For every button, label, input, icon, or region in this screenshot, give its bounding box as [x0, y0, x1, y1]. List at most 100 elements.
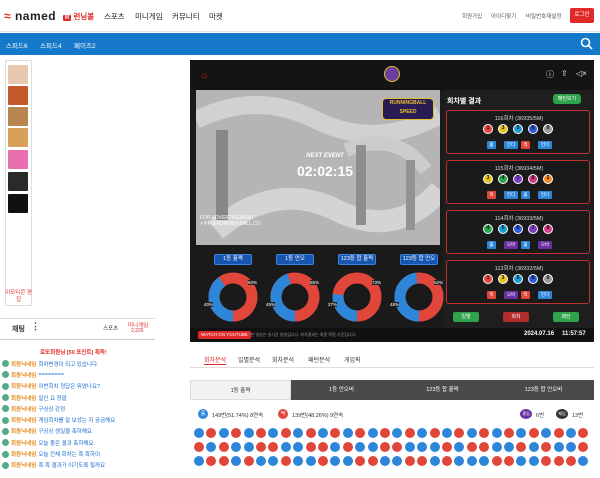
pattern-view-button[interactable]: 패턴보기 [553, 94, 581, 104]
nav-minigame[interactable]: 미니게임 [135, 11, 163, 22]
chat-author[interactable]: 회원닉네임 [11, 416, 36, 424]
grid-result-ball [566, 456, 576, 466]
grid-result-ball [528, 428, 539, 438]
tab-round-analysis[interactable]: 회차분석 [204, 355, 227, 365]
home-icon[interactable]: ⌂ [202, 70, 207, 80]
grid-tab-123-oddeven[interactable]: 123등 합 홀짝 [392, 380, 493, 400]
grid-result-ball [429, 442, 440, 452]
chat-author[interactable]: 회원닉네임 [11, 394, 36, 402]
emoticon-edit-link[interactable]: 이모티콘 편집 [5, 290, 32, 304]
nav-sports[interactable]: 스포츠 [104, 11, 125, 22]
grid-result-ball [194, 456, 204, 466]
avatar[interactable] [2, 439, 9, 447]
chat-author[interactable]: 회원닉네임 [11, 405, 36, 413]
emoticon-thumb[interactable] [8, 65, 28, 84]
result-ball: 9 [543, 274, 553, 284]
tab-round-analysis-2[interactable]: 회차분석 [272, 355, 294, 364]
tab-speed6[interactable]: 스피드6 [6, 40, 28, 50]
result-ball: 6 [513, 224, 523, 234]
grid-result-ball [417, 456, 428, 466]
filter-pattern-button[interactable]: 패턴 [553, 312, 579, 322]
grid-result-ball [268, 428, 279, 438]
chat-author[interactable]: 회원닉네임 [11, 382, 36, 390]
grid-result-ball [442, 442, 452, 452]
emoticon-thumb[interactable] [8, 150, 28, 169]
chat-text: 오늘 전체 회차는 흑 흑하이 [38, 452, 101, 459]
tab-pattern-analysis[interactable]: 패턴분석 [308, 355, 330, 364]
avatar[interactable] [2, 394, 9, 402]
search-icon[interactable] [580, 37, 593, 50]
find-id-link[interactable]: 아이디찾기 [491, 12, 516, 20]
avatar[interactable] [2, 450, 9, 458]
filter-round-button[interactable]: 회차 [503, 312, 529, 322]
reset-password-link[interactable]: 비밀번호재설정 [526, 12, 561, 20]
tab-game-pick[interactable]: 게임픽 [344, 355, 361, 364]
chat-text: 이번회차 정답은 뭐였나요? [38, 384, 101, 391]
chat-author[interactable]: 회원닉네임 [11, 360, 36, 368]
chat-author[interactable]: 회원닉네임 [11, 439, 36, 447]
site-logo[interactable]: ≈ named [4, 9, 56, 23]
grid-result-ball [479, 442, 490, 452]
chat-author[interactable]: 회원닉네임 [11, 371, 36, 379]
tab-speed4[interactable]: 스피드4 [40, 40, 62, 50]
grid-result-ball [578, 442, 589, 452]
emoticon-thumb[interactable] [8, 107, 28, 126]
video-footer: WATCH ON YOUTUBE * 본 영상은 실시간 방송입니다. 회차결과… [190, 328, 594, 342]
grid-result-ball [404, 456, 415, 466]
chat-text: 오늘 좋은 결과 축하해요. [38, 440, 96, 447]
avatar[interactable] [2, 405, 9, 413]
grid-result-ball [367, 442, 378, 452]
grid-result-ball [466, 428, 477, 438]
donut-left-pct: 45% [266, 302, 276, 307]
odd-count-label: 149번(51.74%) 8연속 [212, 413, 264, 419]
result-tag: 홀 [487, 141, 496, 149]
stat-label: 1등 홀짝 [214, 254, 252, 265]
round-result-card[interactable]: 114회차 (36933/5M) 4 5 6 7 8 홀 오버 홀 오버 [446, 210, 590, 254]
round-result-card[interactable]: 113회차 (36932/5M) 1 3 5 6 9 짝 오버 짝 언더 [446, 260, 590, 304]
mute-icon[interactable]: ◁× [576, 69, 587, 78]
grid-tab-1st-overunder[interactable]: 1등 언오버 [291, 380, 392, 400]
result-tag: 홀 [521, 241, 530, 249]
emoticon-thumb[interactable] [8, 172, 28, 191]
round-title: 115회차 (36934/5M) [494, 166, 544, 172]
info-icon[interactable]: ⓘ [546, 69, 554, 80]
grid-result-ball [491, 442, 502, 452]
avatar[interactable] [2, 461, 9, 469]
result-ball: 6 [528, 274, 538, 284]
grid-result-ball [504, 428, 514, 438]
grid-tab-123-overunder[interactable]: 123등 합 언오버 [493, 380, 594, 400]
nav-running-ball[interactable]: R 런닝볼 [63, 11, 94, 22]
chat-message: 회원닉네임 오늘 좋은 결과 축하해요. [2, 437, 152, 448]
avatar[interactable] [2, 416, 9, 424]
grid-result-ball [566, 428, 576, 438]
nav-market[interactable]: 마켓 [209, 11, 223, 22]
round-result-card[interactable]: 115회차 (36934/5M) 3 4 7 8 2 짝 언더 홀 언더 [446, 160, 590, 204]
streak-lose-count: 13번 [572, 413, 584, 419]
chat-text: 일인 요 정말 [38, 395, 67, 402]
nav-community[interactable]: 커뮤니티 [172, 11, 200, 22]
chat-tab-sports[interactable]: 스포츠 [103, 324, 118, 332]
tab-phase2[interactable]: 페이즈2 [74, 40, 96, 50]
result-tag: 오버 [538, 241, 552, 249]
chat-author[interactable]: 회원닉네임 [11, 450, 36, 458]
chat-author[interactable]: 회원닉네임 [11, 461, 36, 469]
avatar[interactable] [2, 371, 9, 379]
tab-daily-analysis[interactable]: 일별분석 [238, 355, 260, 364]
grid-result-ball [392, 456, 403, 466]
login-button[interactable]: 로그인 [570, 8, 594, 23]
signup-link[interactable]: 회원가입 [462, 12, 482, 20]
grid-tab-1st-oddeven[interactable]: 1등 홀짝 [190, 380, 291, 400]
youtube-link[interactable]: WATCH ON YOUTUBE [198, 331, 251, 339]
grid-result-ball [553, 456, 564, 466]
filter-daily-button[interactable]: 일별 [453, 312, 479, 322]
round-result-card[interactable]: 116회차 (36935/5M) 1 3 5 6 9 홀 언더 짝 언더 [446, 110, 590, 154]
share-icon[interactable]: ⇪ [561, 69, 568, 78]
chat-author[interactable]: 회원닉네임 [11, 427, 36, 435]
avatar[interactable] [2, 427, 9, 435]
avatar[interactable] [2, 382, 9, 390]
more-icon[interactable]: ⋮ [31, 321, 40, 332]
emoticon-thumb[interactable] [8, 194, 28, 213]
avatar[interactable] [2, 360, 9, 368]
emoticon-thumb[interactable] [8, 86, 28, 105]
emoticon-thumb[interactable] [8, 128, 28, 147]
